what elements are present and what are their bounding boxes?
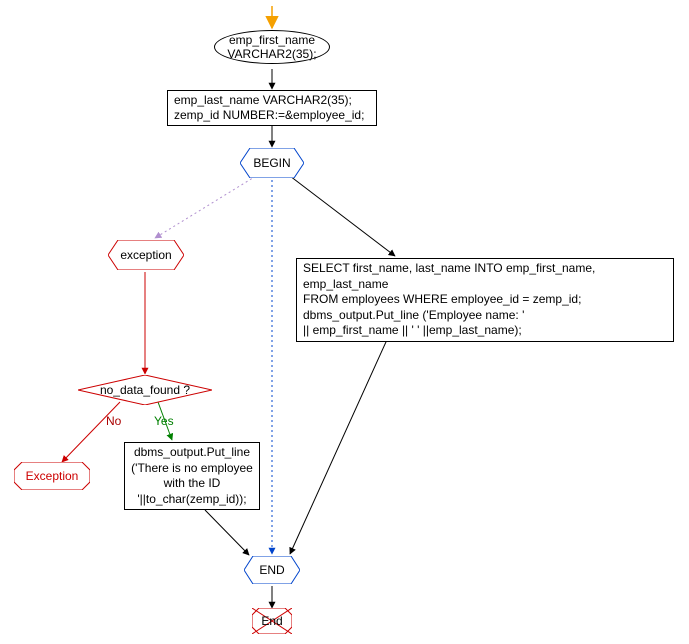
node-text: VARCHAR2(35); [227, 47, 316, 61]
node-text: SELECT first_name, last_name INTO emp_fi… [303, 261, 667, 292]
node-exception: exception [108, 240, 184, 270]
node-text: FROM employees WHERE employee_id = zemp_… [303, 292, 667, 308]
node-select-block: SELECT first_name, last_name INTO emp_fi… [296, 258, 674, 342]
node-end-terminal: End [252, 608, 292, 634]
node-end: END [244, 556, 300, 584]
node-text: Exception [26, 469, 79, 483]
node-text: emp_first_name [229, 33, 315, 47]
node-text: dbms_output.Put_line ('Employee name: ' [303, 308, 667, 324]
node-text: dbms_output.Put_line [129, 445, 255, 461]
node-text: with the ID [129, 476, 255, 492]
node-text: || emp_first_name || ' ' ||emp_last_name… [303, 323, 667, 339]
node-text: '||to_char(zemp_id)); [129, 492, 255, 508]
edge-label-no: No [106, 414, 121, 428]
node-text: END [259, 563, 284, 577]
node-text: BEGIN [253, 156, 290, 170]
node-exception-terminal: Exception [14, 462, 90, 490]
node-text: exception [120, 248, 171, 262]
node-decl-block: emp_last_name VARCHAR2(35); zemp_id NUMB… [167, 90, 377, 126]
node-decl-first-name: emp_first_name VARCHAR2(35); [214, 30, 330, 64]
node-text: zemp_id NUMBER:=&employee_id; [174, 108, 370, 123]
node-text: emp_last_name VARCHAR2(35); [174, 93, 370, 108]
node-begin: BEGIN [240, 148, 304, 178]
node-text: ('There is no employee [129, 461, 255, 477]
node-output-noemp: dbms_output.Put_line ('There is no emplo… [124, 442, 260, 510]
node-nodata-found: no_data_found ? [78, 375, 212, 405]
edge-label-yes: Yes [154, 414, 174, 428]
node-text: End [261, 614, 282, 628]
node-text: no_data_found ? [100, 383, 190, 397]
